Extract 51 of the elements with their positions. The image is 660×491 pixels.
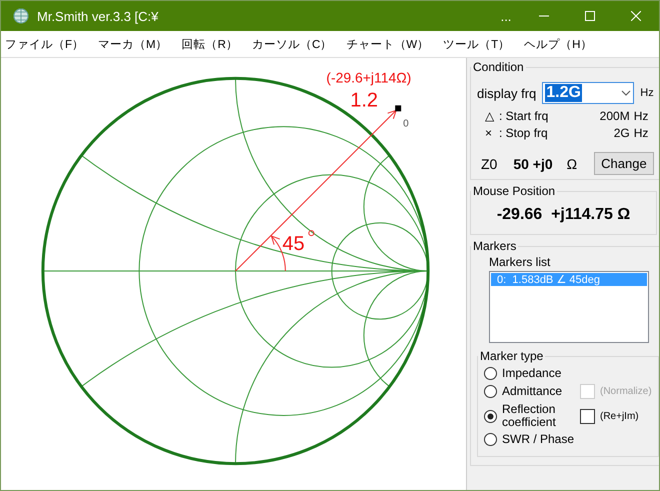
- range-value: 200M: [598, 108, 631, 125]
- radio-label: Impedance: [502, 367, 562, 380]
- close-icon: [631, 11, 641, 21]
- radio-label: SWR / Phase: [502, 433, 574, 446]
- z0-value: 50 +j0: [513, 156, 553, 172]
- marker-index: 0: [403, 118, 409, 130]
- range-symbol: ×: [485, 125, 494, 142]
- window-title: Mr.Smith ver.3.3 [C:¥: [37, 8, 160, 24]
- radio-button[interactable]: [484, 433, 497, 446]
- group-title: Marker type: [479, 349, 544, 363]
- radio-button[interactable]: [484, 367, 497, 380]
- radio-button[interactable]: [484, 410, 497, 422]
- title-more: ...: [500, 8, 512, 24]
- unit-label: Hz: [634, 125, 650, 142]
- group-title: Condition: [472, 60, 525, 74]
- globe-icon: [13, 8, 29, 24]
- frequency-label: 1.2: [350, 89, 378, 112]
- unit-label: Hz: [634, 108, 650, 125]
- group-title: Markers: [472, 239, 518, 253]
- z0-label: Z0: [481, 156, 498, 172]
- angle-label: 45: [282, 233, 305, 256]
- range-label: : Start frq: [499, 108, 550, 125]
- unit-label: Ω: [566, 156, 578, 172]
- menu-item[interactable]: ヘルプ（H）: [520, 36, 596, 52]
- checkbox-label: (Re+jIm): [600, 410, 639, 422]
- menu-item[interactable]: 回転（R）: [178, 36, 242, 52]
- range-label: : Stop frq: [499, 125, 549, 142]
- menu-item[interactable]: チャート（W）: [342, 36, 434, 52]
- range-symbol: △: [485, 108, 495, 125]
- checkbox-label: (Normalize): [600, 386, 652, 397]
- checkbox[interactable]: [580, 408, 595, 424]
- marker-square: [395, 105, 402, 112]
- range-value: 2G: [612, 125, 631, 142]
- mouse-position-value: -29.66 +j114.75 Ω: [496, 205, 632, 225]
- point-marker: [308, 230, 314, 236]
- menu-item[interactable]: マーカ（M）: [94, 36, 172, 52]
- caret-icon: [621, 90, 632, 96]
- frequency-dropdown[interactable]: 1.2G: [542, 82, 634, 104]
- menu-item[interactable]: ファイル（F）: [1, 36, 88, 52]
- unit-label: Hz: [640, 87, 654, 99]
- field-label: display frq: [477, 86, 536, 100]
- radio-button[interactable]: [484, 385, 497, 398]
- change-button[interactable]: Change: [594, 152, 654, 175]
- menu-item[interactable]: ツール（T）: [439, 36, 514, 52]
- menu-item[interactable]: カーソル（C）: [248, 36, 336, 52]
- radio-label: Reflection coefficient: [502, 403, 557, 429]
- radio-label: Admittance: [502, 385, 562, 398]
- list-title: Markers list: [489, 255, 552, 269]
- maximize-icon: [585, 11, 595, 21]
- impedance-label: (-29.6+j114Ω): [326, 69, 412, 86]
- group-title: Mouse Position: [472, 184, 556, 198]
